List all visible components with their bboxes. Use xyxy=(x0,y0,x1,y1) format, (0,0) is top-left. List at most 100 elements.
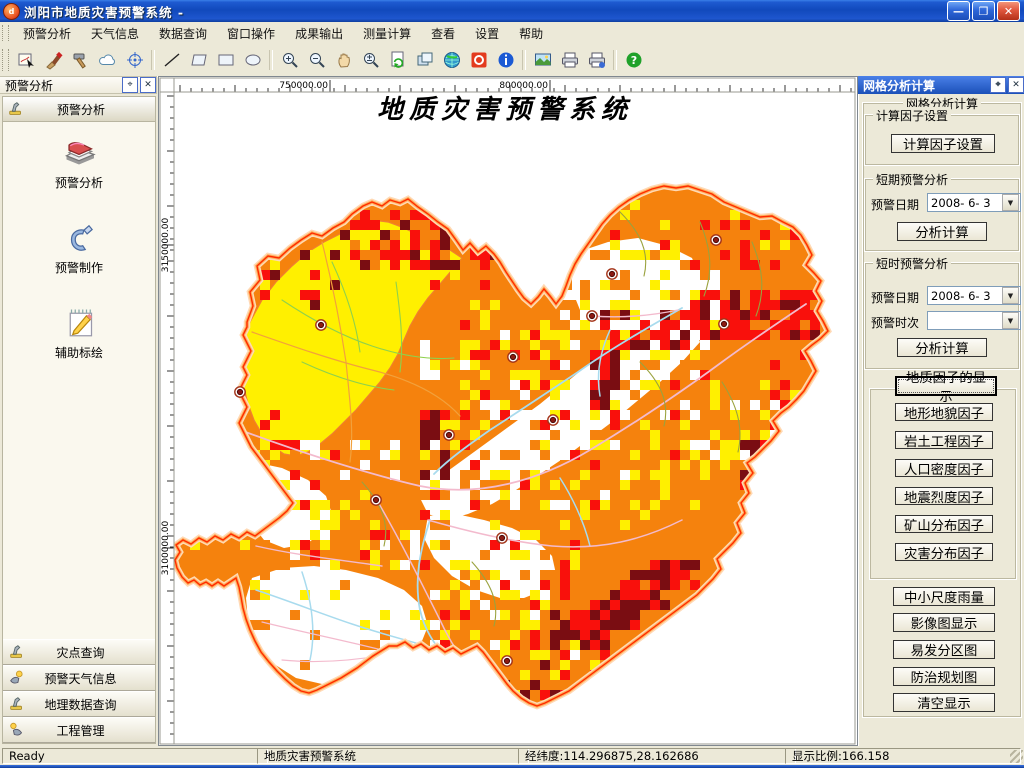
nowcast-time-label: 预警时次 xyxy=(871,316,920,330)
nowcast-group-label: 短时预警分析 xyxy=(873,255,952,272)
left-panel-item-label: 预警分析 xyxy=(54,176,103,190)
left-panel-header[interactable]: 预警分析 xyxy=(3,97,155,122)
geology-factor-display-button[interactable]: 地质因子的显示 xyxy=(895,370,997,404)
nowcast-analyze-button[interactable]: 分析计算 xyxy=(897,338,987,357)
titlebar: d 浏阳市地质灾害预警系统 - — ❐ ✕ xyxy=(0,0,1024,22)
right-panel-title: 网格分析计算 xyxy=(863,78,936,93)
layer-button-中小尺度雨量[interactable]: 中小尺度雨量 xyxy=(893,587,995,606)
short-term-date-combobox[interactable]: 2008- 6- 3 ▼ xyxy=(927,193,1021,212)
factor-button-灾害分布因子[interactable]: 灾害分布因子 xyxy=(895,543,993,561)
left-panel-item-预警制作[interactable]: 预警制作 xyxy=(55,217,103,276)
left-panel-item-预警分析[interactable]: 预警分析 xyxy=(55,132,103,191)
layer-button-易发分区图[interactable]: 易发分区图 xyxy=(893,640,995,659)
factor-button-矿山分布因子[interactable]: 矿山分布因子 xyxy=(895,515,993,533)
line-icon[interactable] xyxy=(158,47,185,74)
short-term-date-label: 预警日期 xyxy=(871,198,920,212)
short-term-date-value: 2008- 6- 3 xyxy=(931,195,991,210)
target-icon[interactable] xyxy=(121,47,148,74)
left-panel-item-辅助标绘[interactable]: 辅助标绘 xyxy=(55,302,103,361)
toolbar-separator xyxy=(522,50,526,70)
status-section-1: 地质灾害预警系统 xyxy=(257,748,529,764)
layers-icon[interactable] xyxy=(411,47,438,74)
layer-button-防治规划图[interactable]: 防治规划图 xyxy=(893,667,995,686)
factor-button-地震烈度因子[interactable]: 地震烈度因子 xyxy=(895,487,993,505)
layer-button-清空显示[interactable]: 清空显示 xyxy=(893,693,995,712)
image-map-icon[interactable] xyxy=(529,47,556,74)
close-button[interactable]: ✕ xyxy=(997,1,1020,21)
toolbar-grip[interactable] xyxy=(2,48,9,72)
info-icon[interactable] xyxy=(492,47,519,74)
left-panel-bottom-bars: 灾点查询 预警天气信息地理数据查询工程管理 xyxy=(3,639,155,743)
nowcast-date-combobox[interactable]: 2008- 6- 3 ▼ xyxy=(927,286,1021,305)
y-ruler-label: 3150000.00 xyxy=(161,218,171,273)
factor-button-人口密度因子[interactable]: 人口密度因子 xyxy=(895,459,993,477)
help-icon[interactable]: ? xyxy=(620,47,647,74)
chevron-down-icon[interactable]: ▼ xyxy=(1002,287,1019,304)
zoom-out-icon[interactable] xyxy=(303,47,330,74)
brush-icon[interactable] xyxy=(40,47,67,74)
ellipse-icon[interactable] xyxy=(239,47,266,74)
menu-item-成果输出[interactable]: 成果输出 xyxy=(285,23,353,44)
left-panel-title: 预警分析 xyxy=(5,78,54,93)
print-setup-icon[interactable] xyxy=(583,47,610,74)
left-panel-bar-label: 地理数据查询 xyxy=(44,697,117,712)
stamp-icon xyxy=(8,643,26,661)
hammer-icon[interactable] xyxy=(67,47,94,74)
short-term-group-label: 短期预警分析 xyxy=(873,171,952,188)
rectangle-icon[interactable] xyxy=(212,47,239,74)
y-ruler-label: 3100000.00 xyxy=(161,521,171,576)
menu-item-帮助[interactable]: 帮助 xyxy=(509,23,553,44)
layer-button-影像图显示[interactable]: 影像图显示 xyxy=(893,613,995,632)
menu-item-窗口操作[interactable]: 窗口操作 xyxy=(217,23,285,44)
menubar-grip[interactable] xyxy=(2,25,9,41)
calc-factor-settings-button[interactable]: 计算因子设置 xyxy=(891,134,995,153)
left-panel-bar-工程管理[interactable]: 工程管理 xyxy=(3,717,155,743)
print-icon[interactable] xyxy=(556,47,583,74)
svg-text:?: ? xyxy=(630,54,636,67)
restore-button[interactable]: ❐ xyxy=(972,1,995,21)
pen-tool-icon xyxy=(59,217,99,257)
close-icon[interactable]: ✕ xyxy=(140,77,156,93)
polygon-icon[interactable] xyxy=(185,47,212,74)
map-view[interactable]: 地质灾害预警系统 750000.00 800000.00 3150000.00 3100… xyxy=(158,76,858,746)
factor-button-岩土工程因子[interactable]: 岩土工程因子 xyxy=(895,431,993,449)
pin-icon[interactable]: ⌖ xyxy=(990,77,1006,93)
left-panel: 预警分析 预警分析预警制作辅助标绘 灾点查询 预警天气信息地理数据查询工程管理 xyxy=(2,96,156,744)
left-panel-bar-灾点查询[interactable]: 灾点查询 xyxy=(3,639,155,665)
menu-item-预警分析[interactable]: 预警分析 xyxy=(13,23,81,44)
pin-icon[interactable]: ⌖ xyxy=(122,77,138,93)
cloud-icon[interactable] xyxy=(94,47,121,74)
nowcast-date-value: 2008- 6- 3 xyxy=(931,288,991,303)
close-icon[interactable]: ✕ xyxy=(1008,77,1024,93)
short-term-analyze-button[interactable]: 分析计算 xyxy=(897,222,987,241)
left-panel-item-label: 预警制作 xyxy=(54,261,103,275)
window-title: 浏阳市地质灾害预警系统 - xyxy=(24,4,185,20)
minimize-button[interactable]: — xyxy=(947,1,970,21)
zoom-extent-icon[interactable] xyxy=(357,47,384,74)
x-ruler-label: 800000.00 xyxy=(499,81,548,91)
calc-factor-group-label: 计算因子设置 xyxy=(873,107,952,124)
nowcast-time-combobox[interactable]: ▼ xyxy=(927,311,1021,330)
refresh-doc-icon[interactable] xyxy=(384,47,411,74)
pan-hand-icon[interactable] xyxy=(330,47,357,74)
map-pointer-icon[interactable] xyxy=(13,47,40,74)
menu-item-天气信息[interactable]: 天气信息 xyxy=(81,23,149,44)
weather-icon xyxy=(8,669,26,687)
menu-item-测量计算[interactable]: 测量计算 xyxy=(353,23,421,44)
project-icon xyxy=(8,721,26,739)
zoom-in-icon[interactable] xyxy=(276,47,303,74)
menu-item-设置[interactable]: 设置 xyxy=(465,23,509,44)
chevron-down-icon[interactable]: ▼ xyxy=(1002,312,1019,329)
menu-item-数据查询[interactable]: 数据查询 xyxy=(149,23,217,44)
left-panel-items: 预警分析预警制作辅助标绘 xyxy=(3,122,155,639)
factor-button-地形地貌因子[interactable]: 地形地貌因子 xyxy=(895,403,993,421)
menu-item-查看[interactable]: 查看 xyxy=(421,23,465,44)
stamp-icon xyxy=(8,695,26,713)
nowcast-date-label: 预警日期 xyxy=(871,291,920,305)
chevron-down-icon[interactable]: ▼ xyxy=(1002,194,1019,211)
left-panel-bar-地理数据查询[interactable]: 地理数据查询 xyxy=(3,691,155,717)
left-panel-bar-预警天气信息[interactable]: 预警天气信息 xyxy=(3,665,155,691)
globe-icon[interactable] xyxy=(438,47,465,74)
stamp-icon xyxy=(7,100,25,118)
stop-record-icon[interactable] xyxy=(465,47,492,74)
